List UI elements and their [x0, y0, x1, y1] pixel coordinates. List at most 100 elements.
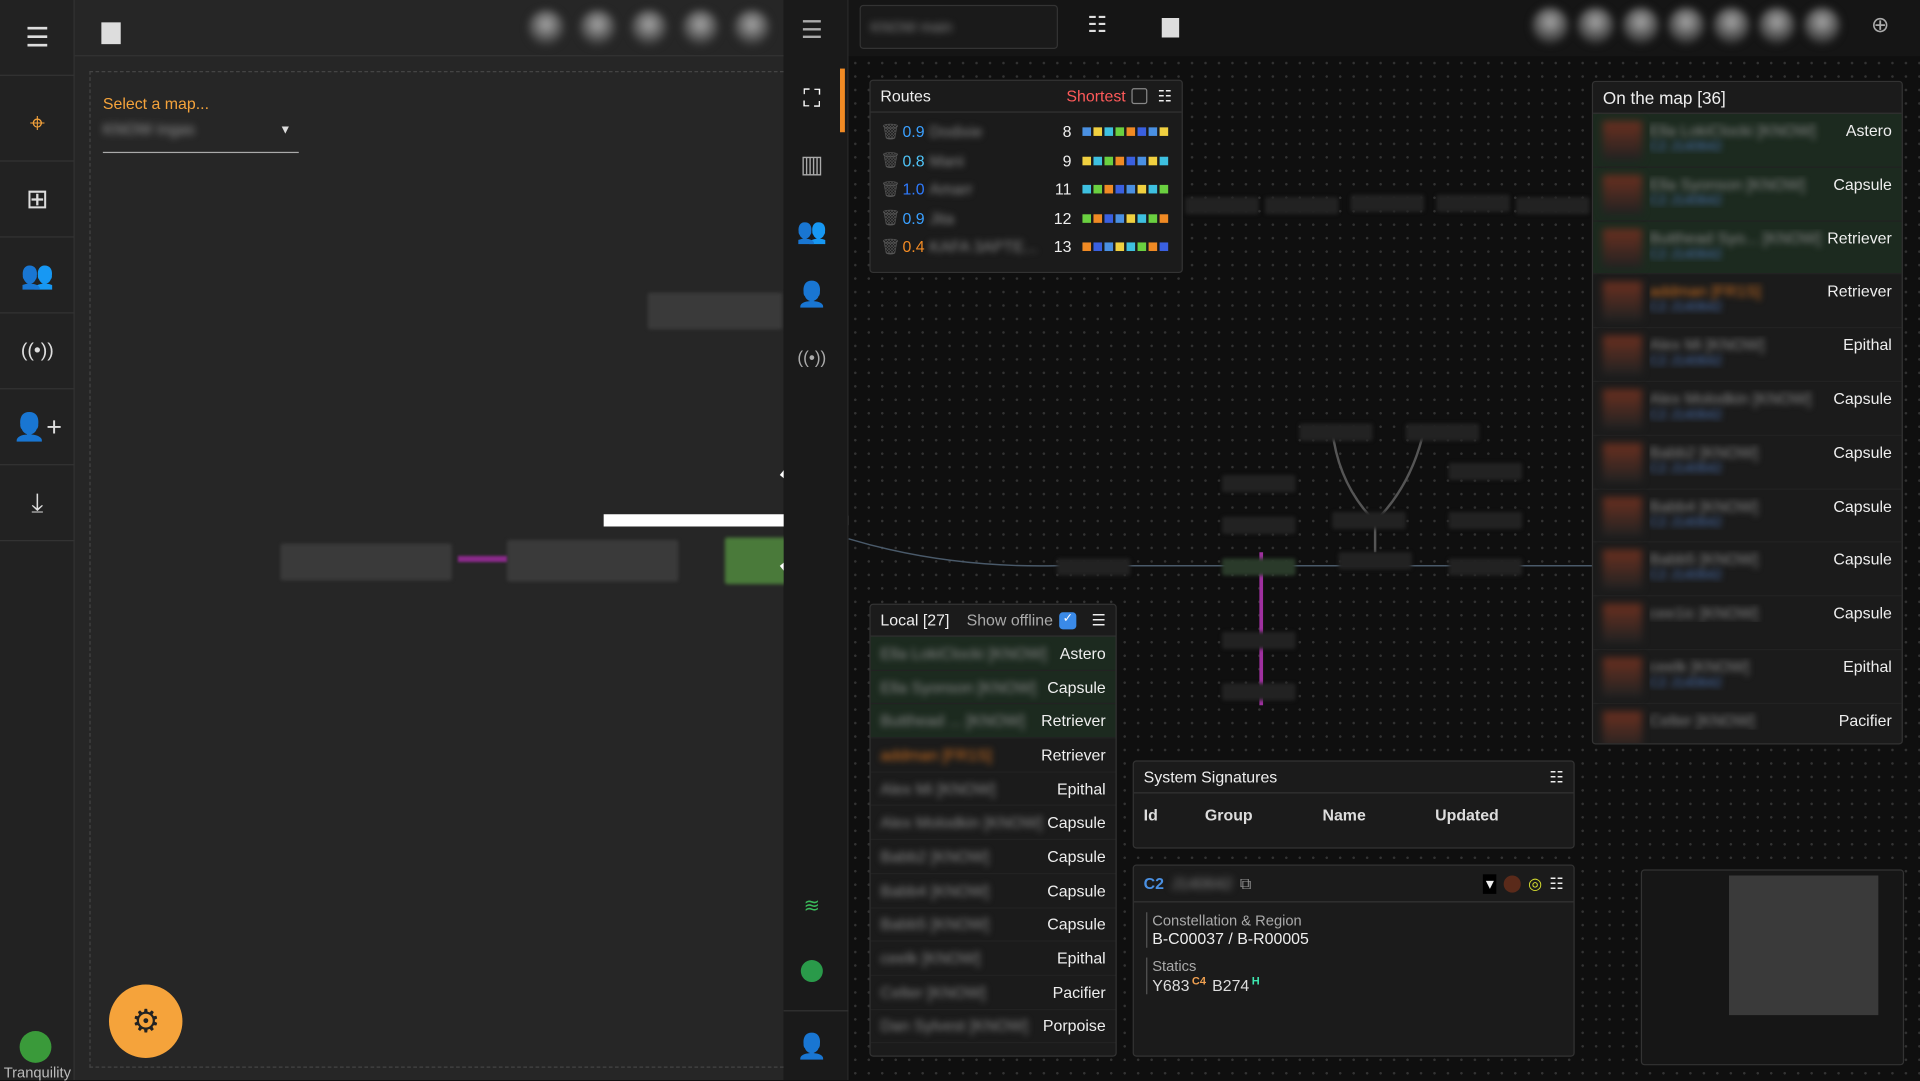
local-row[interactable]: Ella LokiClocki [KNOW] Astero [870, 636, 1116, 671]
add-user-icon[interactable]: 👤+ [0, 389, 75, 466]
location-label: Tranquility [3, 1064, 71, 1081]
map-name-input[interactable]: KNOW main [859, 4, 1058, 49]
on-map-row[interactable]: Ella Syonson [KNOW] C2 J140642 Capsule [1593, 167, 1902, 222]
ship-type: Astero [1845, 121, 1892, 140]
col-group[interactable]: Group [1205, 806, 1323, 824]
route-security: 0.9 [902, 209, 925, 228]
pilot-name: Butthead ... [KNOW] [880, 711, 1025, 731]
on-map-row[interactable]: Ella LokiClocki [KNOW] C2 J140642 Astero [1593, 113, 1902, 168]
local-row[interactable]: addman [FR1S] Retriever [870, 738, 1116, 773]
import-icon[interactable]: ⤓ [0, 465, 75, 542]
trash-icon[interactable]: 🗑 [880, 237, 902, 257]
route-destination: Jita [929, 209, 955, 228]
portrait-icon[interactable] [1503, 874, 1521, 893]
broadcast-icon[interactable]: ((•)) [784, 348, 840, 368]
route-jumps: 12 [1053, 209, 1072, 228]
constellation-value: B-C00037 / B-R00005 [1152, 929, 1309, 948]
col-name[interactable]: Name [1322, 806, 1435, 824]
target-icon[interactable]: ◎ [1528, 874, 1542, 894]
route-systems [1071, 126, 1171, 137]
locate-icon[interactable]: ⌖ [0, 86, 75, 162]
chart-icon[interactable]: ▆ [102, 15, 121, 46]
on-map-row[interactable]: ceelk [KNOW] C2 J140642 Epithal [1593, 650, 1902, 704]
shortest-checkbox[interactable] [1131, 88, 1148, 105]
route-systems [1071, 213, 1171, 224]
minimap-viewport[interactable] [1728, 875, 1879, 1016]
left-app: ☰ ⌖ ⊞ 👥 ((•)) 👤+ ⤓ Tranquility ▆ Select … [0, 0, 855, 1081]
local-row[interactable]: ceelk [KNOW] Epithal [870, 942, 1116, 976]
user-icon[interactable]: 👤 [784, 1031, 840, 1062]
trash-icon[interactable]: 🗑 [880, 122, 902, 142]
pilot-portrait [1602, 711, 1643, 744]
pilot-name: Babb2 [KNOW] [1649, 442, 1759, 462]
route-row[interactable]: 🗑 0.9 Jita 12 [871, 204, 1182, 233]
system-class: C2 [1143, 874, 1165, 893]
on-map-row[interactable]: Babb2 [KNOW] C2 J140642 Capsule [1593, 436, 1902, 490]
add-icon[interactable]: ⊕ [1871, 12, 1889, 38]
focus-icon[interactable]: ⛶ [784, 86, 840, 114]
sliders-icon[interactable]: ☷ [1158, 86, 1172, 106]
right-sidebar: ☰ ⛶ ▥ 👥 👤 ((•)) ≋ 👤 [783, 0, 849, 1081]
on-map-row[interactable]: cee1ic [KNOW] Capsule [1593, 597, 1902, 651]
routes-panel: Routes Shortest ☷ 🗑 0.9 Dodixie 8 🗑 0.8 Mani 9 🗑… [869, 79, 1183, 274]
chevron-down-icon: ▼ [279, 123, 292, 138]
broadcast-icon[interactable]: ((•)) [0, 313, 75, 390]
col-updated[interactable]: Updated [1435, 806, 1499, 824]
minimap[interactable] [1640, 869, 1905, 1066]
left-topbar: ▆ [74, 0, 784, 57]
menu-icon[interactable]: ☰ [0, 0, 75, 76]
map-select[interactable]: KNOW ingas ▼ [102, 119, 299, 154]
sliders-icon[interactable]: ☷ [1087, 12, 1107, 38]
statics-label: Statics [1152, 957, 1197, 975]
route-jumps: 9 [1062, 151, 1072, 170]
pilot-name: addman [FR1S] [1649, 282, 1761, 301]
show-offline-checkbox[interactable]: ✓ [1059, 611, 1077, 629]
route-systems [1071, 155, 1171, 166]
menu-icon[interactable]: ☰ [784, 15, 840, 46]
pilot-name: ceelk [KNOW] [880, 949, 981, 968]
map-icon[interactable]: ▥ [784, 149, 840, 180]
add-map-icon[interactable]: ⊞ [0, 162, 75, 238]
menu-icon[interactable]: ☰ [1091, 610, 1105, 630]
settings-fab[interactable]: ⚙ [108, 984, 183, 1058]
chart-icon[interactable]: ▆ [1162, 12, 1179, 38]
pilot-system: C2 J140642 [1649, 300, 1723, 316]
local-row[interactable]: Ella Syonson [KNOW] Capsule [870, 670, 1116, 705]
local-row[interactable]: Celter [KNOW] Pacifier [870, 976, 1116, 1010]
group-icon[interactable]: 👥 [0, 238, 75, 314]
on-map-row[interactable]: Alex Mi [KNOW] C2 J140642 Epithal [1593, 328, 1902, 383]
route-row[interactable]: 🗑 0.9 Dodixie 8 [871, 118, 1182, 147]
pilot-system: C2 J140642 [1649, 407, 1723, 423]
avatars [1531, 7, 1841, 45]
route-row[interactable]: 🗑 0.4 KAFA 3APTE... 13 [871, 233, 1182, 262]
sliders-icon[interactable]: ☷ [1549, 767, 1563, 787]
group-icon[interactable]: 👥 [784, 216, 840, 247]
local-row[interactable]: Alex Molodkin [KNOW] Capsule [870, 806, 1116, 841]
pilot-system: C2 J140642 [1649, 193, 1723, 208]
col-id[interactable]: Id [1144, 806, 1205, 824]
on-map-title: On the map [36] [1602, 87, 1726, 108]
local-row[interactable]: Babb5 [KNOW] Capsule [870, 908, 1116, 942]
on-map-row[interactable]: Babb5 [KNOW] C2 J140642 Capsule [1593, 543, 1902, 597]
copy-icon[interactable]: ⧉ [1240, 874, 1251, 894]
route-row[interactable]: 🗑 1.0 Amarr 11 [871, 175, 1182, 204]
on-map-row[interactable]: Babb4 [KNOW] C2 J140642 Capsule [1593, 489, 1902, 543]
trash-icon[interactable]: 🗑 [880, 151, 902, 171]
on-map-row[interactable]: Alex Molodkin [KNOW] C2 J140642 Capsule [1593, 382, 1902, 436]
on-map-row[interactable]: Celter [KNOW] Pacifier [1593, 704, 1902, 744]
route-security: 1.0 [902, 180, 925, 199]
local-row[interactable]: Butthead ... [KNOW] Retriever [870, 704, 1116, 739]
sliders-icon[interactable]: ☷ [1549, 874, 1563, 894]
add-user-icon[interactable]: 👤 [784, 279, 840, 310]
trash-icon[interactable]: 🗑 [880, 180, 902, 200]
filter-icon[interactable]: ▾ [1483, 873, 1497, 894]
trash-icon[interactable]: 🗑 [880, 208, 902, 228]
on-map-row[interactable]: Butthead Syo... [KNOW] C2 J140642 Retrieve… [1593, 221, 1902, 275]
local-row[interactable]: Dan Sylvest [KNOW] Porpoise [870, 1010, 1116, 1044]
local-row[interactable]: Alex Mi [KNOW] Epithal [870, 772, 1116, 807]
local-row[interactable]: Babb4 [KNOW] Capsule [870, 874, 1116, 908]
route-row[interactable]: 🗑 0.8 Mani 9 [871, 146, 1182, 175]
pilot-portrait [1602, 442, 1643, 483]
local-row[interactable]: Babb2 [KNOW] Capsule [870, 840, 1116, 875]
on-map-row[interactable]: addman [FR1S] C2 J140642 Retriever [1593, 275, 1902, 329]
